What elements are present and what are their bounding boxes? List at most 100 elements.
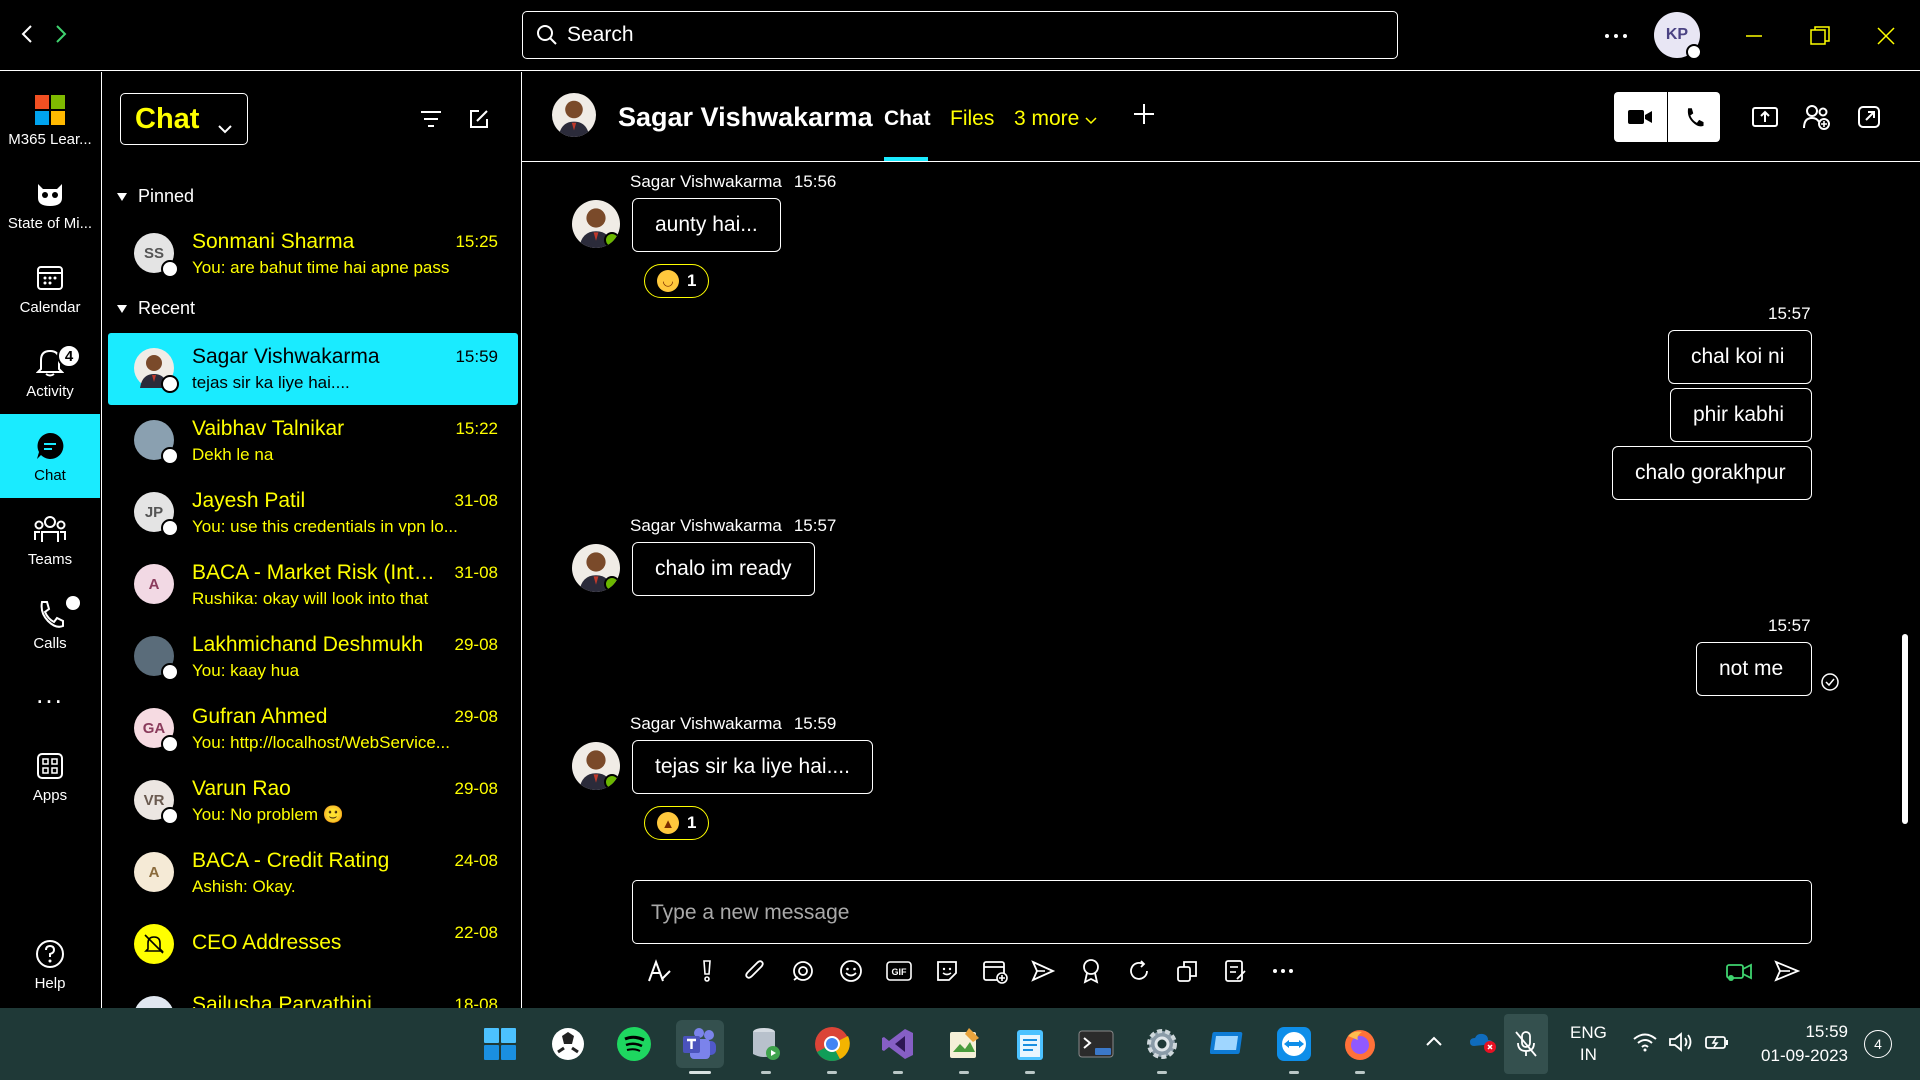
remote-desktop-icon[interactable]	[1204, 1020, 1252, 1068]
chat-row[interactable]: A BACA - Market Risk (Inte... Rushika: o…	[108, 549, 518, 621]
new-chat-icon[interactable]	[464, 104, 494, 134]
audio-call-icon[interactable]	[1668, 92, 1721, 142]
schedule-meeting-icon[interactable]	[978, 954, 1012, 988]
chat-row[interactable]: Lakhmichand Deshmukh You: kaay hua 29-08	[108, 621, 518, 693]
notification-count-badge[interactable]: 4	[1864, 1030, 1892, 1058]
chat-row[interactable]: CEO Addresses 22-08	[108, 909, 518, 981]
message-bubble[interactable]: not me	[1696, 642, 1812, 696]
rail-item-m365[interactable]: M365 Lear...	[0, 78, 100, 162]
forward-arrow-icon[interactable]	[48, 22, 72, 46]
sticker-icon[interactable]	[930, 954, 964, 988]
message-bubble[interactable]: chal koi ni	[1668, 330, 1812, 384]
sender-avatar[interactable]	[572, 200, 620, 248]
pop-out-icon[interactable]	[1852, 100, 1886, 134]
attach-icon[interactable]	[738, 954, 772, 988]
rail-item-chat[interactable]: Chat	[0, 414, 100, 498]
more-actions-icon[interactable]	[1266, 954, 1300, 988]
tab-chat[interactable]: Chat	[884, 107, 931, 131]
sender-avatar[interactable]	[572, 544, 620, 592]
message-composer[interactable]	[632, 880, 1812, 944]
recent-section-header[interactable]: Recent	[116, 298, 195, 319]
rail-item-activity[interactable]: Activity 4	[0, 330, 100, 414]
restore-icon[interactable]	[1802, 18, 1838, 54]
message-bubble[interactable]: chalo gorakhpur	[1612, 446, 1812, 500]
pinned-section-header[interactable]: Pinned	[116, 186, 194, 207]
video-call-icon[interactable]	[1614, 92, 1668, 142]
chevron-up-icon[interactable]	[1424, 1034, 1444, 1053]
mic-muted-icon[interactable]	[1504, 1014, 1548, 1074]
reaction-pill[interactable]: ◡ 1	[644, 264, 710, 298]
teamviewer-icon[interactable]	[1270, 1020, 1318, 1074]
teams-app-icon[interactable]	[676, 1020, 724, 1074]
rail-item-calendar[interactable]: Calendar	[0, 246, 100, 330]
message-input[interactable]	[651, 899, 1781, 927]
rail-item-state-of-mind[interactable]: State of Mi...	[0, 162, 100, 246]
chat-row[interactable]: Sailusha Parvathini 18-08	[108, 981, 518, 1008]
message-bubble[interactable]: aunty hai...	[632, 198, 781, 252]
visual-studio-icon[interactable]	[874, 1020, 922, 1074]
praise-icon[interactable]	[1074, 954, 1108, 988]
onedrive-error-icon[interactable]	[1468, 1030, 1498, 1059]
gif-icon[interactable]: GIF	[882, 954, 916, 988]
chat-row[interactable]: A BACA - Credit Rating Ashish: Okay. 24-…	[108, 837, 518, 909]
meet-now-icon[interactable]	[1722, 954, 1756, 988]
clock[interactable]: 15:59 01-09-2023	[1752, 1020, 1848, 1068]
database-app-icon[interactable]	[742, 1020, 790, 1074]
chat-row[interactable]: JP Jayesh Patil You: use this credential…	[108, 477, 518, 549]
chat-row[interactable]: SS Sonmani Sharma You: are bahut time ha…	[108, 218, 518, 290]
start-icon[interactable]	[476, 1020, 524, 1068]
search-input[interactable]	[567, 22, 1367, 48]
share-screen-icon[interactable]	[1748, 100, 1782, 134]
minimize-icon[interactable]	[1736, 18, 1772, 54]
notepad-icon[interactable]	[1006, 1020, 1054, 1074]
back-arrow-icon[interactable]	[16, 22, 40, 46]
format-icon[interactable]	[642, 954, 676, 988]
rail-item-apps[interactable]: Apps	[0, 734, 100, 818]
spotify-icon[interactable]	[610, 1020, 658, 1068]
chat-row[interactable]: VR Varun Rao You: No problem 🙂 29-08	[108, 765, 518, 837]
account-avatar[interactable]: KP	[1654, 12, 1702, 60]
chat-row[interactable]: Vaibhav Talnikar Dekh le na 15:22	[108, 405, 518, 477]
rail-item-more[interactable]: ...	[0, 666, 100, 722]
chat-row[interactable]: GA Gufran Ahmed You: http://localhost/We…	[108, 693, 518, 765]
more-options-icon[interactable]	[1598, 18, 1634, 54]
emoji-icon[interactable]	[834, 954, 868, 988]
notes-icon[interactable]	[1218, 954, 1252, 988]
volume-icon[interactable]	[1668, 1032, 1694, 1057]
firefox-icon[interactable]	[1336, 1020, 1384, 1074]
wifi-icon[interactable]	[1632, 1032, 1658, 1057]
add-tab-icon[interactable]	[1132, 102, 1156, 131]
terminal-preview-icon[interactable]	[1072, 1020, 1120, 1068]
send-icon[interactable]	[1770, 954, 1804, 988]
paint-icon[interactable]	[940, 1020, 988, 1074]
message-bubble[interactable]: tejas sir ka liye hai....	[632, 740, 873, 794]
add-people-icon[interactable]	[1800, 100, 1834, 134]
language-indicator[interactable]: ENG IN	[1570, 1022, 1607, 1066]
stream-icon[interactable]	[1026, 954, 1060, 988]
battery-icon[interactable]	[1704, 1032, 1730, 1057]
rail-item-calls[interactable]: Calls	[0, 582, 100, 666]
chrome-icon[interactable]	[808, 1020, 856, 1074]
rail-item-teams[interactable]: Teams	[0, 498, 100, 582]
search-box[interactable]	[522, 11, 1398, 59]
settings-icon[interactable]	[1138, 1020, 1186, 1074]
filter-icon[interactable]	[416, 104, 446, 134]
sender-avatar[interactable]	[572, 742, 620, 790]
loop-icon[interactable]	[786, 954, 820, 988]
chat-title-dropdown[interactable]: Chat	[120, 93, 248, 145]
chat-row[interactable]: Sagar Vishwakarma tejas sir ka liye hai.…	[108, 333, 518, 405]
copy-icon[interactable]	[1170, 954, 1204, 988]
refresh-icon[interactable]	[1122, 954, 1156, 988]
important-icon[interactable]	[690, 954, 724, 988]
scrollbar-thumb[interactable]	[1902, 634, 1908, 824]
tab-more[interactable]: 3 more	[1014, 107, 1097, 131]
m365-icon	[35, 93, 65, 127]
soccer-app-icon[interactable]	[544, 1020, 592, 1068]
close-icon[interactable]	[1868, 18, 1904, 54]
message-bubble[interactable]: chalo im ready	[632, 542, 815, 596]
message-bubble[interactable]: phir kabhi	[1670, 388, 1812, 442]
avatar[interactable]	[552, 93, 596, 137]
reaction-pill[interactable]: ▲ 1	[644, 806, 710, 840]
tab-files[interactable]: Files	[950, 107, 994, 131]
rail-item-help[interactable]: Help	[0, 922, 100, 1006]
